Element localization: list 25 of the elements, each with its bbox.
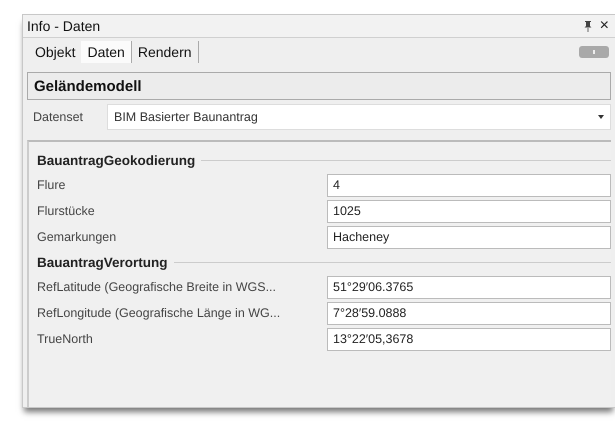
property-value-field[interactable]: 1025 (327, 200, 611, 222)
group-title: BauantragVerortung (37, 254, 168, 270)
dataset-label: Datenset (32, 110, 84, 124)
window-title: Info - Daten (27, 18, 102, 34)
property-value-field[interactable]: Hacheney (327, 226, 611, 248)
property-value-field[interactable]: 13°22′05,3678 (327, 328, 611, 350)
property-label: TrueNorth (37, 332, 94, 346)
close-button[interactable]: × (598, 17, 611, 35)
dropdown-arrow-icon (598, 115, 604, 119)
property-label: RefLongitude (Geografische Länge in WG... (37, 306, 282, 320)
toggle-icon[interactable] (579, 46, 609, 58)
group-title: BauantragGeokodierung (37, 152, 196, 168)
property-value-field[interactable]: 51°29′06.3765 (327, 276, 611, 298)
tab[interactable]: Rendern (132, 41, 199, 63)
property-value-field[interactable]: 7°28′59.0888 (327, 302, 611, 324)
pin-icon[interactable] (584, 20, 592, 32)
dataset-dropdown[interactable]: BIM Basierter Baunantrag (107, 104, 611, 130)
property-label: Gemarkungen (37, 230, 118, 244)
tab[interactable]: Objekt (29, 41, 82, 63)
tab[interactable]: Daten (81, 41, 132, 63)
property-label: Flurstücke (37, 204, 96, 218)
property-label: RefLatitude (Geografische Breite in WGS... (37, 280, 277, 294)
property-label: Flure (37, 178, 66, 192)
property-value-field[interactable]: 4 (327, 174, 611, 196)
section-header: Geländemodell (27, 72, 611, 100)
